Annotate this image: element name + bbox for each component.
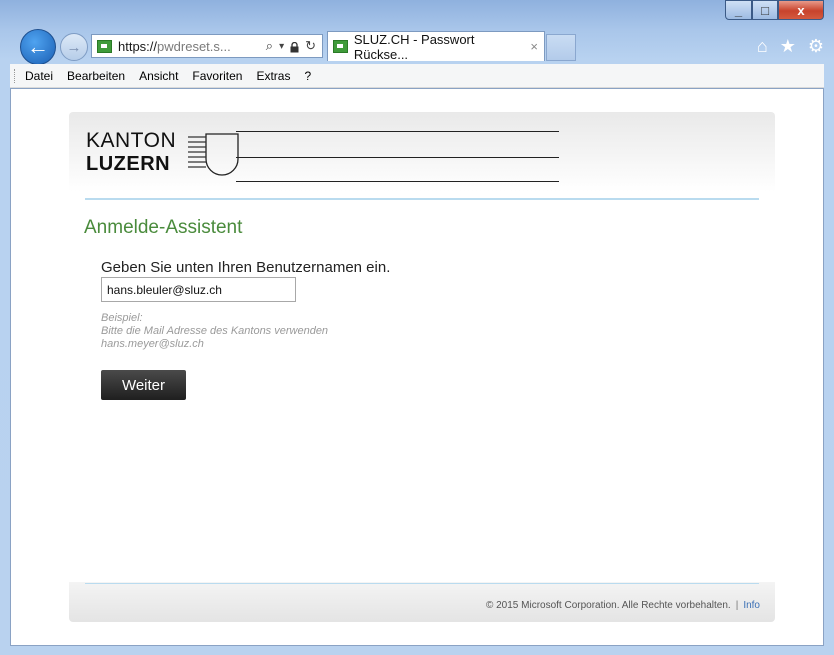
logo-rule-1	[236, 131, 559, 132]
refresh-icon[interactable]: ↻	[305, 38, 316, 54]
back-button[interactable]: ←	[20, 29, 56, 65]
hint-line-2: Bitte die Mail Adresse des Kantons verwe…	[101, 325, 329, 337]
logo-rule-2	[236, 157, 559, 158]
menu-item-ansicht[interactable]: Ansicht	[139, 69, 178, 83]
kanton-luzern-logo: KANTON LUZERN	[86, 129, 246, 184]
address-bar[interactable]: https://pwdreset.s... ⌕ ▾ ↻	[91, 34, 323, 58]
logo-line-1: KANTON	[86, 129, 177, 152]
window-controls: _ □ x	[725, 0, 824, 20]
back-arrow-icon: ←	[27, 34, 49, 59]
maximize-button[interactable]: □	[752, 0, 778, 20]
tab-sluz-passwort[interactable]: SLUZ.CH - Passwort Rückse... ×	[327, 31, 545, 62]
footer-separator: |	[735, 600, 739, 611]
home-icon[interactable]: ⌂	[757, 36, 768, 57]
menu-grip	[14, 68, 19, 83]
hint-line-3: hans.meyer@sluz.ch	[101, 338, 204, 350]
minimize-button[interactable]: _	[725, 0, 752, 20]
menu-item-favoriten[interactable]: Favoriten	[192, 69, 242, 83]
menu-item-datei[interactable]: Datei	[25, 69, 53, 83]
tab-title: SLUZ.CH - Passwort Rückse...	[353, 31, 475, 62]
menu-item-help[interactable]: ?	[304, 69, 311, 83]
gear-icon[interactable]: ⚙	[808, 36, 824, 57]
tab-favicon-icon	[333, 40, 348, 53]
site-favicon-icon	[97, 39, 112, 53]
dropdown-icon[interactable]: ▾	[279, 41, 284, 52]
lock-icon[interactable]	[290, 41, 299, 53]
logo-line-2: LUZERN	[86, 153, 171, 175]
favorites-star-icon[interactable]: ★	[780, 36, 796, 57]
copyright-text: © 2015 Microsoft Corporation. Alle Recht…	[485, 600, 731, 611]
tab-close-icon[interactable]: ×	[530, 39, 538, 54]
logo-rule-3	[236, 181, 559, 182]
info-link[interactable]: Info	[743, 600, 760, 611]
username-input[interactable]	[101, 277, 296, 302]
header-divider	[85, 198, 759, 200]
navigation-bar: ← → https://pwdreset.s... ⌕ ▾ ↻ SLUZ.CH …	[0, 22, 834, 65]
new-tab-button[interactable]	[546, 34, 576, 61]
username-hint: Beispiel: Bitte die Mail Adresse des Kan…	[101, 312, 328, 351]
toolbar-icons: ⌂ ★ ⚙	[757, 36, 824, 57]
page-title: Anmelde-Assistent	[84, 217, 243, 238]
hint-line-1: Beispiel:	[101, 312, 143, 324]
menu-bar: Datei Bearbeiten Ansicht Favoriten Extra…	[10, 64, 824, 88]
page-viewport: KANTON LUZERN Anmelde-Assistent Geben Si…	[10, 88, 824, 646]
url-host: pwdreset.s...	[157, 38, 231, 54]
footer-divider	[85, 583, 759, 584]
forward-button[interactable]: →	[60, 33, 88, 61]
menu-item-extras[interactable]: Extras	[256, 69, 290, 83]
menu-item-bearbeiten[interactable]: Bearbeiten	[67, 69, 125, 83]
search-icon[interactable]: ⌕	[266, 38, 273, 54]
coat-of-arms-icon	[188, 133, 239, 176]
next-button[interactable]: Weiter	[101, 370, 186, 400]
username-prompt: Geben Sie unten Ihren Benutzernamen ein.	[101, 259, 391, 276]
forward-arrow-icon: →	[66, 38, 82, 56]
close-button[interactable]: x	[778, 0, 824, 20]
url-scheme: https://	[118, 38, 158, 54]
page-footer: © 2015 Microsoft Corporation. Alle Recht…	[486, 600, 760, 611]
browser-window: _ □ x ← → https://pwdreset.s... ⌕ ▾ ↻ SL…	[0, 0, 834, 655]
wizard-card: KANTON LUZERN Anmelde-Assistent Geben Si…	[69, 112, 775, 622]
